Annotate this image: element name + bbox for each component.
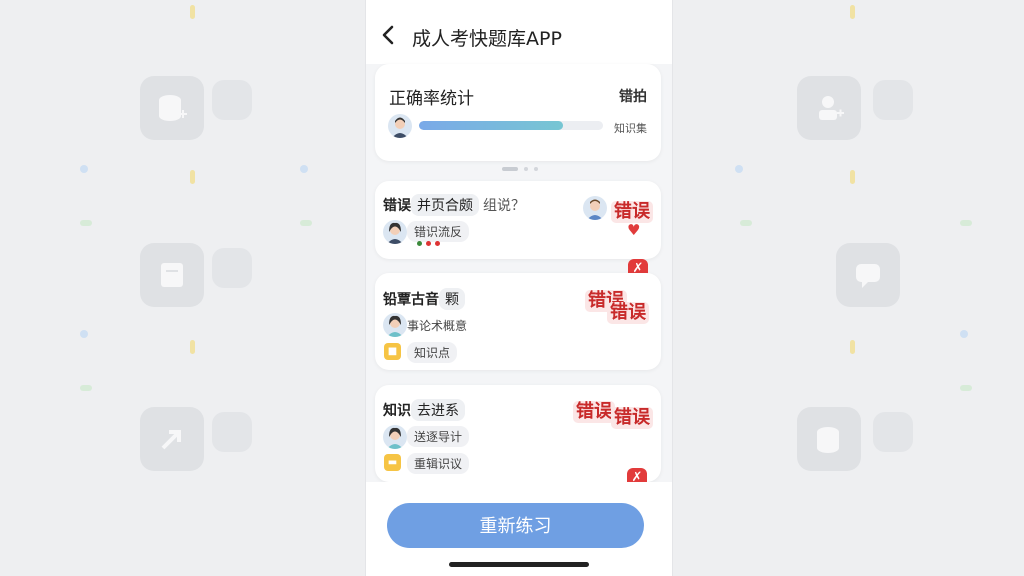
avatar: [388, 114, 412, 138]
progress-fill: [419, 121, 563, 130]
wrong-label: 错误: [611, 407, 653, 429]
question-title-prefix: 错误: [383, 198, 411, 214]
bg-dash: [850, 5, 855, 19]
user-add-icon: [797, 76, 861, 140]
bg-dot: [960, 330, 968, 338]
question-title-tag: 去进系: [411, 399, 465, 421]
question-title: 错误 并页合颇 组说？: [383, 194, 525, 216]
arrow-icon: [140, 407, 204, 471]
phone-screen: 成人考快题库APP 正确率统计 错拍 知识集 错误并页合颇组说？ 错识流反: [366, 0, 672, 576]
question-title-rest: 组说？: [483, 198, 525, 214]
knowledge-point-tag: 知识点: [407, 342, 458, 363]
bg-dash: [190, 340, 195, 354]
status-dot: [435, 241, 440, 246]
bg-leaf: [740, 220, 752, 226]
database-add-icon: [140, 76, 204, 140]
retry-practice-button[interactable]: 重新练习: [387, 503, 644, 548]
wrong-question-card[interactable]: 铅覃古音颗 事论术概意 ■ 知识点 错误 错误: [375, 273, 661, 370]
database-icon: [797, 407, 861, 471]
page-indicator-active: [502, 167, 518, 171]
bg-leaf: [80, 220, 92, 226]
bg-dot: [735, 165, 743, 173]
status-dot: [426, 241, 431, 246]
message-icon: [836, 243, 900, 307]
heart-icon[interactable]: ♥: [627, 221, 640, 239]
tag-icon: ■: [384, 343, 401, 360]
stats-title: 正确率统计: [389, 89, 474, 109]
chat-bubble-icon: [873, 412, 913, 452]
bg-dash: [850, 170, 855, 184]
chat-bubble-icon: [212, 248, 252, 288]
app-header: 成人考快题库APP: [366, 0, 672, 64]
page-indicator-dot: [524, 167, 528, 171]
tag-icon: ▬: [384, 454, 401, 471]
avatar: [583, 196, 607, 220]
question-title-tag: 并页合颇: [411, 194, 479, 216]
stats-right-label: 错拍: [619, 89, 647, 105]
bg-dash: [190, 170, 195, 184]
bottom-bar: 重新练习: [366, 482, 672, 576]
back-button[interactable]: [380, 24, 396, 46]
bg-leaf: [300, 220, 312, 226]
accuracy-stats-card: 正确率统计 错拍 知识集: [375, 64, 661, 161]
question-title-prefix: 知识: [383, 403, 411, 419]
bg-leaf: [960, 385, 972, 391]
avatar: [383, 313, 407, 337]
chat-bubble-icon: [873, 80, 913, 120]
question-title: 铅覃古音颗: [383, 288, 465, 310]
knowledge-chip: 送逐导计: [407, 426, 470, 447]
wrong-question-card[interactable]: 错误 并页合颇 组说？ 错识流反 错误 ♥: [375, 181, 661, 259]
question-title-tag: 颗: [439, 288, 465, 310]
bg-dash: [850, 340, 855, 354]
page-indicator: [502, 167, 538, 171]
avatar: [383, 425, 407, 449]
status-dots: [417, 241, 440, 246]
knowledge-set-label: 知识集: [614, 122, 647, 135]
bg-dot: [80, 165, 88, 173]
chat-bubble-icon: [212, 412, 252, 452]
page-title: 成人考快题库APP: [412, 28, 562, 50]
knowledge-chip: 错识流反: [407, 221, 470, 242]
question-title: 知识 去进系: [383, 399, 465, 421]
status-dot: [417, 241, 422, 246]
knowledge-chip: 事论术概意: [407, 319, 468, 333]
wrong-label: 错误: [573, 401, 615, 423]
chevron-left-icon: [382, 25, 394, 45]
knowledge-point-tag: 重辑识议: [407, 453, 470, 474]
bg-dot: [80, 330, 88, 338]
wrong-question-card[interactable]: 知识 去进系 送逐导计 ▬ 重辑识议 错误 错误 ✗: [375, 385, 661, 488]
bg-leaf: [80, 385, 92, 391]
bg-leaf: [960, 220, 972, 226]
accuracy-progress-bar: [419, 121, 603, 130]
wrong-label: 错误: [607, 302, 649, 324]
home-indicator: [449, 562, 589, 567]
bg-dot: [300, 165, 308, 173]
document-icon: [140, 243, 204, 307]
bg-dash: [190, 5, 195, 19]
wrong-label: 错误: [611, 201, 653, 223]
avatar: [383, 220, 407, 244]
chat-bubble-icon: [212, 80, 252, 120]
page-indicator-dot: [534, 167, 538, 171]
question-title-prefix: 铅覃古音: [383, 292, 439, 308]
